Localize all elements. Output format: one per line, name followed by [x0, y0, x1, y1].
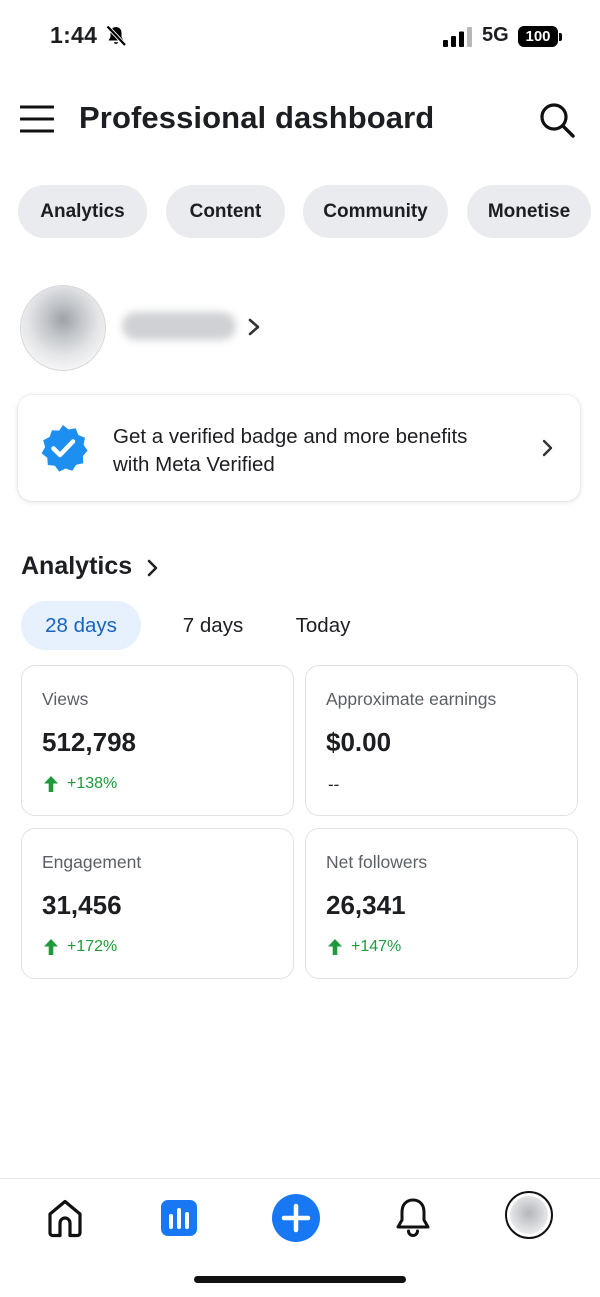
network-type: 5G: [482, 24, 509, 46]
tab-community[interactable]: Community: [303, 185, 448, 238]
stat-card-net-followers[interactable]: Net followers 26,341 +147%: [305, 828, 578, 979]
arrow-up-icon: [328, 939, 342, 955]
stat-value: 512,798: [42, 727, 136, 757]
stat-value: 26,341: [326, 890, 406, 920]
stat-change-value: +147%: [351, 938, 402, 955]
tab-analytics[interactable]: Analytics: [18, 185, 147, 238]
tab-monetise[interactable]: Monetise: [467, 185, 591, 238]
arrow-up-icon: [44, 776, 58, 792]
stat-change-value: --: [328, 775, 340, 794]
stat-value: 31,456: [42, 890, 122, 920]
page-title: Professional dashboard: [79, 100, 435, 135]
stat-change: +138%: [44, 775, 117, 793]
create-icon[interactable]: [272, 1194, 320, 1242]
bell-slash-icon: [106, 25, 127, 47]
tab-content[interactable]: Content: [166, 185, 285, 238]
stat-card-earnings[interactable]: Approximate earnings $0.00 --: [305, 665, 578, 816]
stat-label: Approximate earnings: [326, 689, 497, 709]
chevron-right-icon[interactable]: [244, 315, 264, 339]
stat-change: --: [328, 775, 339, 795]
home-indicator: [194, 1276, 406, 1283]
status-bar: 1:44 5G 100: [0, 0, 600, 76]
range-28-days[interactable]: 28 days: [21, 601, 141, 650]
profile-avatar[interactable]: [20, 285, 106, 371]
analytics-heading[interactable]: Analytics: [21, 552, 132, 581]
search-icon[interactable]: [538, 101, 576, 139]
meta-verified-line1: Get a verified badge and more benefits: [113, 425, 468, 448]
profile-avatar[interactable]: [505, 1191, 553, 1239]
home-icon[interactable]: [46, 1198, 84, 1238]
battery-icon: 100: [518, 26, 558, 47]
analytics-icon[interactable]: [161, 1200, 197, 1236]
meta-verified-text: Get a verified badge and more benefits w…: [113, 423, 523, 479]
notifications-icon[interactable]: [394, 1196, 432, 1238]
stat-label: Net followers: [326, 852, 428, 872]
profile-name-blurred[interactable]: [122, 312, 236, 340]
battery-tip: [559, 33, 562, 41]
stat-change: +172%: [44, 938, 117, 956]
stat-label: Engagement: [42, 852, 142, 872]
avatar-image: [510, 1196, 548, 1234]
stat-change-value: +172%: [67, 938, 118, 955]
range-7-days[interactable]: 7 days: [166, 601, 260, 650]
stat-change: +147%: [328, 938, 401, 956]
battery-level: 100: [525, 28, 551, 45]
verified-badge-icon: [41, 425, 88, 472]
range-today[interactable]: Today: [280, 601, 366, 650]
chevron-right-icon: [542, 439, 553, 457]
chevron-right-icon[interactable]: [144, 556, 162, 580]
signal-icon: [443, 27, 472, 47]
stat-card-engagement[interactable]: Engagement 31,456 +172%: [21, 828, 294, 979]
stat-change-value: +138%: [67, 775, 118, 792]
stat-card-views[interactable]: Views 512,798 +138%: [21, 665, 294, 816]
menu-icon[interactable]: [20, 104, 54, 134]
arrow-up-icon: [44, 939, 58, 955]
meta-verified-line2: with Meta Verified: [113, 453, 275, 476]
status-time: 1:44: [50, 22, 98, 48]
stat-value: $0.00: [326, 727, 392, 757]
meta-verified-card[interactable]: Get a verified badge and more benefits w…: [18, 395, 580, 501]
stat-label: Views: [42, 689, 89, 709]
